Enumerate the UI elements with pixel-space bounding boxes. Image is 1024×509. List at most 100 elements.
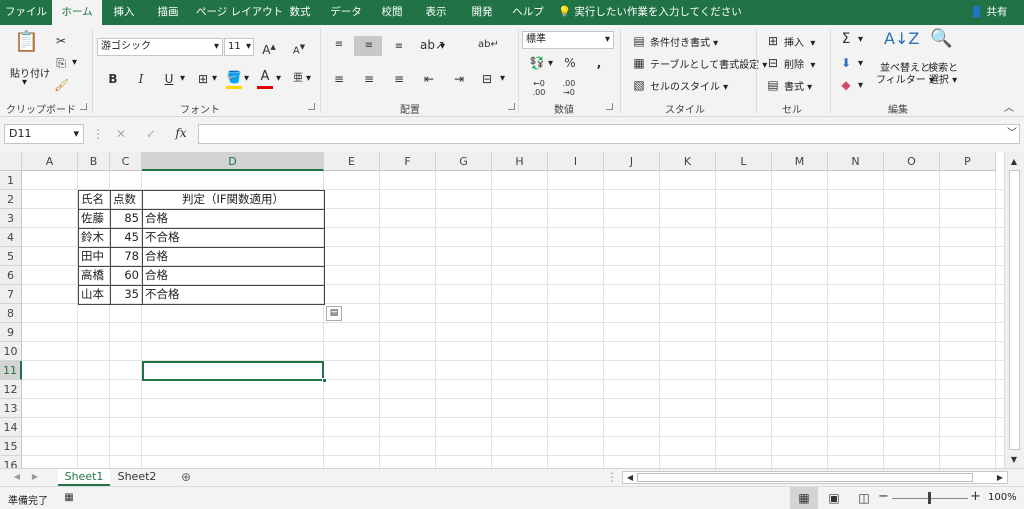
paste-label[interactable]: 貼り付け [10, 65, 50, 80]
tab-formulas[interactable]: 数式 [282, 0, 318, 25]
zoom-level[interactable]: 100% [988, 492, 1017, 503]
tab-view[interactable]: 表示 [418, 0, 454, 25]
hscroll-thumb[interactable] [637, 473, 973, 482]
chevron-down-icon[interactable]: ▾ [548, 58, 553, 69]
enter-icon[interactable]: ✓ [144, 126, 158, 142]
column-header[interactable]: D [142, 152, 324, 171]
scroll-left-icon[interactable]: ◀ [625, 470, 635, 486]
decrease-decimal-icon[interactable]: .00 →0 [560, 79, 578, 97]
table-cell[interactable]: 田中 [78, 247, 110, 266]
zoom-in-icon[interactable]: + [970, 489, 981, 505]
insert-cells-button[interactable]: 挿入 ▾ [784, 34, 815, 49]
tab-data[interactable]: データ [326, 0, 366, 25]
sheet-tab-sheet2[interactable]: Sheet2 [112, 469, 162, 486]
column-header[interactable]: K [660, 152, 716, 171]
tab-draw[interactable]: 描画 [148, 0, 188, 25]
collapse-ribbon-icon[interactable]: ︿ [1002, 101, 1016, 117]
zoom-out-icon[interactable]: − [878, 489, 889, 505]
chevron-down-icon[interactable]: ▾ [244, 73, 249, 84]
percent-button[interactable]: % [562, 55, 578, 71]
row-header[interactable]: 9 [0, 323, 22, 342]
chevron-down-icon[interactable]: ▾ [306, 73, 311, 84]
wrap-text-icon[interactable]: ab↵ [478, 37, 499, 53]
format-as-table-button[interactable]: テーブルとして書式設定 ▾ [650, 56, 767, 71]
table-cell[interactable]: 不合格 [142, 228, 324, 247]
row-header[interactable]: 6 [0, 266, 22, 285]
row-header[interactable]: 8 [0, 304, 22, 323]
table-cell[interactable]: 78 [110, 247, 142, 266]
table-cell[interactable]: 合格 [142, 209, 324, 228]
italic-button[interactable]: I [134, 71, 148, 87]
active-cell[interactable] [142, 361, 324, 381]
cancel-icon[interactable]: ✕ [114, 126, 128, 142]
chevron-down-icon[interactable]: ▾ [440, 41, 445, 52]
table-header-cell[interactable]: 判定（IF関数適用） [142, 190, 324, 209]
row-header[interactable]: 3 [0, 209, 22, 228]
row-header[interactable]: 2 [0, 190, 22, 209]
copy-icon[interactable]: ⎘ [54, 55, 68, 71]
chevron-down-icon[interactable]: ▾ [858, 34, 863, 45]
align-top-icon[interactable]: ≡ [330, 37, 348, 53]
scroll-down-icon[interactable]: ▼ [1008, 452, 1020, 468]
row-header[interactable]: 12 [0, 380, 22, 399]
clipboard-launcher-icon[interactable] [80, 103, 87, 110]
tab-developer[interactable]: 開発 [462, 0, 502, 25]
column-header[interactable]: M [772, 152, 828, 171]
row-header[interactable]: 14 [0, 418, 22, 437]
sheet-tab-sheet1[interactable]: Sheet1 [58, 469, 110, 486]
borders-icon[interactable]: ⊞ [196, 71, 210, 87]
column-header[interactable]: H [492, 152, 548, 171]
tab-help[interactable]: ヘルプ [508, 0, 548, 25]
column-header[interactable]: A [22, 152, 78, 171]
formula-input[interactable] [198, 124, 1020, 144]
horizontal-scrollbar[interactable]: ◀ ▶ [622, 471, 1008, 484]
macro-record-icon[interactable]: ▦ [62, 490, 76, 506]
alignment-launcher-icon[interactable] [508, 103, 515, 110]
font-name-dropdown[interactable]: 游ゴシック ▾ [97, 38, 223, 56]
row-header[interactable]: 16 [0, 456, 22, 468]
table-cell[interactable]: 60 [110, 266, 142, 285]
decrease-indent-icon[interactable]: ⇤ [420, 71, 438, 87]
table-cell[interactable]: 佐藤 [78, 209, 110, 228]
chevron-down-icon[interactable]: ▾ [276, 73, 281, 84]
column-header[interactable]: E [324, 152, 380, 171]
fill-down-icon[interactable]: ⬇ [838, 55, 854, 71]
format-cells-button[interactable]: 書式 ▾ [784, 78, 812, 93]
delete-cells-button[interactable]: 削除 ▾ [784, 56, 815, 71]
column-header[interactable]: P [940, 152, 996, 171]
row-header[interactable]: 1 [0, 171, 22, 190]
tab-insert[interactable]: 挿入 [104, 0, 144, 25]
font-color-icon[interactable]: A [258, 69, 272, 85]
split-grip-icon[interactable]: ⋮ [606, 469, 618, 485]
row-header[interactable]: 11 [0, 361, 22, 380]
align-center-icon[interactable]: ≡ [360, 71, 378, 87]
align-right-icon[interactable]: ≡ [390, 71, 408, 87]
page-layout-view-icon[interactable]: ▣ [826, 490, 842, 506]
increase-indent-icon[interactable]: ⇥ [450, 71, 468, 87]
column-header[interactable]: B [78, 152, 110, 171]
column-header[interactable]: L [716, 152, 772, 171]
chevron-down-icon[interactable]: ▾ [500, 73, 505, 84]
number-launcher-icon[interactable] [606, 103, 613, 110]
column-header[interactable]: O [884, 152, 940, 171]
bold-button[interactable]: B [106, 71, 120, 87]
format-painter-icon[interactable]: 🖌 [54, 77, 69, 93]
find-select-button[interactable]: 検索と 選択 ▾ [928, 63, 958, 87]
table-cell[interactable]: 45 [110, 228, 142, 247]
align-left-icon[interactable]: ≡ [330, 71, 348, 87]
tab-file[interactable]: ファイル [0, 0, 52, 25]
increase-font-icon[interactable]: A▲ [262, 39, 276, 58]
cut-icon[interactable]: ✂ [54, 33, 68, 49]
expand-formula-icon[interactable]: ﹀ [1006, 126, 1018, 142]
prev-sheet-icon[interactable]: ◀ [12, 469, 22, 485]
table-cell[interactable]: 不合格 [142, 285, 324, 304]
select-all-corner[interactable] [0, 152, 22, 171]
underline-button[interactable]: U [162, 71, 176, 87]
fill-color-icon[interactable]: 🪣 [226, 69, 242, 85]
paste-icon[interactable]: 📋 [14, 31, 39, 59]
column-header[interactable]: N [828, 152, 884, 171]
autosum-icon[interactable]: Σ [838, 31, 854, 47]
column-header[interactable]: J [604, 152, 660, 171]
table-cell[interactable]: 合格 [142, 247, 324, 266]
tab-page-layout[interactable]: ページ レイアウト [196, 0, 283, 25]
